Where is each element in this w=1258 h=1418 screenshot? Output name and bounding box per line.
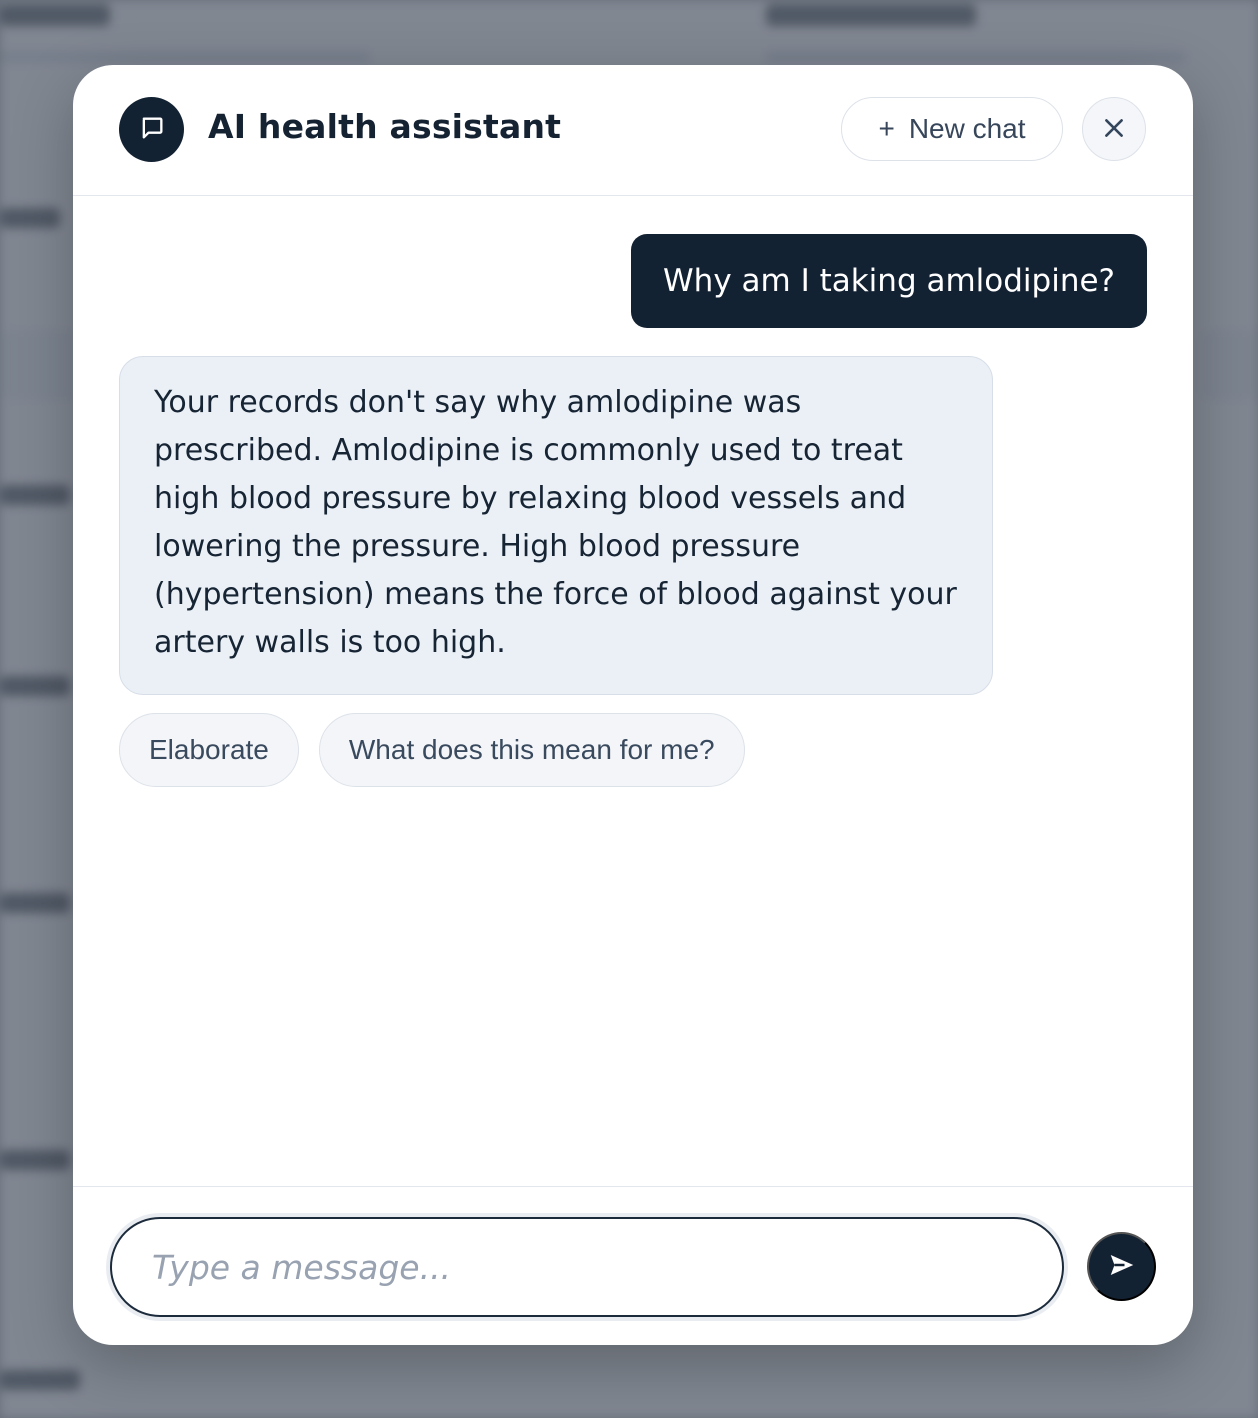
message-input[interactable] (152, 1247, 1022, 1287)
chat-bubble-icon (138, 114, 166, 146)
assistant-message: Your records don't say why amlodipine wa… (119, 356, 993, 695)
suggestion-what-does-this-mean[interactable]: What does this mean for me? (318, 713, 745, 787)
new-chat-button[interactable]: + New chat (841, 97, 1063, 161)
message-input-wrapper (110, 1217, 1064, 1317)
new-chat-label: New chat (908, 113, 1026, 144)
assistant-avatar (119, 97, 184, 162)
send-button[interactable] (1087, 1232, 1156, 1301)
plus-icon: + (878, 113, 895, 144)
suggestion-elaborate[interactable]: Elaborate (119, 713, 299, 787)
dialog-header: AI health assistant + New chat (73, 65, 1193, 196)
message-composer (73, 1186, 1193, 1345)
suggestion-chips: Elaborate What does this mean for me? (119, 713, 745, 787)
user-message: Why am I taking amlodipine? (631, 234, 1147, 328)
assistant-dialog: AI health assistant + New chat Why am I … (73, 65, 1193, 1345)
close-button[interactable] (1082, 97, 1146, 161)
close-icon (1101, 115, 1127, 144)
dialog-title: AI health assistant (208, 107, 562, 146)
send-icon (1107, 1250, 1137, 1283)
